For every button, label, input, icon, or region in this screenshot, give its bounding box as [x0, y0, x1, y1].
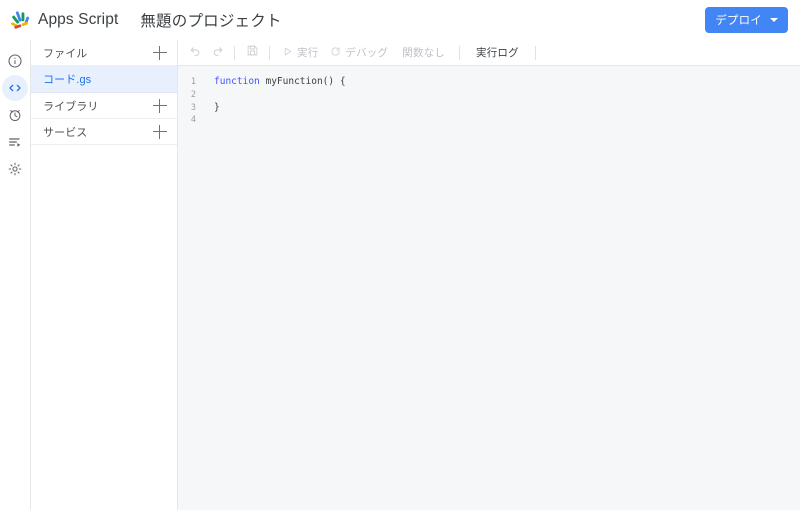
line-number: 2 [190, 89, 196, 100]
file-sidebar: ファイル コード.gs ライブラリ サービス [31, 40, 178, 510]
editor-column: 実行 デバッグ 関数なし 実行ログ 1 function myFunction(… [178, 40, 800, 510]
run-button-label: 実行 [297, 47, 319, 59]
play-triangle-icon [282, 44, 293, 62]
toolbar-divider-4 [534, 45, 536, 60]
sidebar-section-libraries[interactable]: ライブラリ [31, 93, 177, 119]
undo-arrow-icon [189, 44, 202, 62]
code-line: 2 [178, 89, 800, 102]
apps-script-window: Apps Script 無題のプロジェクト デプロイ ファイル コード.gs ラ… [0, 0, 800, 510]
code-line: 4 [178, 114, 800, 127]
code-line-rest: myFunction() { [259, 76, 346, 87]
line-number: 3 [190, 102, 196, 113]
execution-list-icon [7, 134, 23, 150]
toolbar-divider-3 [459, 45, 461, 60]
file-item-code-gs[interactable]: コード.gs [31, 66, 177, 93]
left-nav-rail [0, 40, 31, 510]
line-number: 1 [190, 77, 196, 87]
code-line-text: function myFunction() { [204, 76, 346, 89]
run-button[interactable]: 実行 [276, 42, 324, 64]
rail-item-executions[interactable] [2, 129, 28, 155]
save-button[interactable] [241, 42, 263, 64]
add-service-plus-icon[interactable] [153, 124, 167, 139]
code-line: 1 function myFunction() { [178, 76, 800, 89]
undo-button[interactable] [184, 42, 206, 64]
save-floppy-icon [246, 44, 259, 62]
code-editor[interactable]: 1 function myFunction() { 2 3 } 4 [178, 66, 800, 509]
rail-item-overview[interactable] [2, 48, 28, 74]
rail-item-triggers[interactable] [2, 102, 28, 128]
code-keyword: function [214, 76, 260, 87]
sidebar-section-libraries-label: ライブラリ [43, 100, 99, 113]
sidebar-section-files-label: ファイル [43, 47, 88, 60]
rail-item-editor[interactable] [2, 75, 28, 101]
info-circle-icon [7, 53, 23, 69]
brand-name: Apps Script [38, 11, 119, 28]
brand-area[interactable]: Apps Script [9, 9, 118, 31]
code-line-rest: } [214, 101, 220, 113]
add-library-plus-icon[interactable] [153, 98, 167, 113]
sidebar-section-services[interactable]: サービス [31, 119, 177, 145]
debug-button[interactable]: デバッグ [324, 42, 394, 64]
rail-item-settings[interactable] [2, 156, 28, 182]
alarm-clock-icon [7, 107, 23, 123]
gear-icon [7, 161, 23, 177]
execution-log-button[interactable]: 実行ログ [466, 45, 529, 60]
deploy-button[interactable]: デプロイ [705, 7, 788, 33]
file-item-label: コード.gs [43, 74, 92, 86]
sidebar-section-services-label: サービス [43, 126, 88, 139]
toolbar-divider-2 [269, 45, 270, 60]
chevron-down-icon [770, 18, 778, 22]
redo-button[interactable] [206, 42, 228, 64]
add-file-plus-icon[interactable] [153, 45, 167, 60]
sidebar-section-files[interactable]: ファイル [31, 40, 177, 66]
code-line: 3 } [178, 102, 800, 115]
toolbar-divider-1 [234, 45, 235, 60]
code-line-text: } [204, 102, 220, 115]
code-brackets-icon [7, 80, 23, 96]
apps-script-logo-icon [9, 9, 31, 31]
top-app-bar: Apps Script 無題のプロジェクト デプロイ [0, 0, 800, 40]
line-number: 4 [190, 115, 196, 126]
debug-button-label: デバッグ [345, 47, 389, 59]
redo-arrow-icon [211, 44, 224, 62]
deploy-button-label: デプロイ [715, 15, 762, 27]
function-selector[interactable]: 関数なし [394, 45, 453, 60]
project-title[interactable]: 無題のプロジェクト [140, 9, 281, 31]
editor-toolbar: 実行 デバッグ 関数なし 実行ログ [178, 40, 800, 66]
debug-bug-icon [330, 44, 341, 62]
